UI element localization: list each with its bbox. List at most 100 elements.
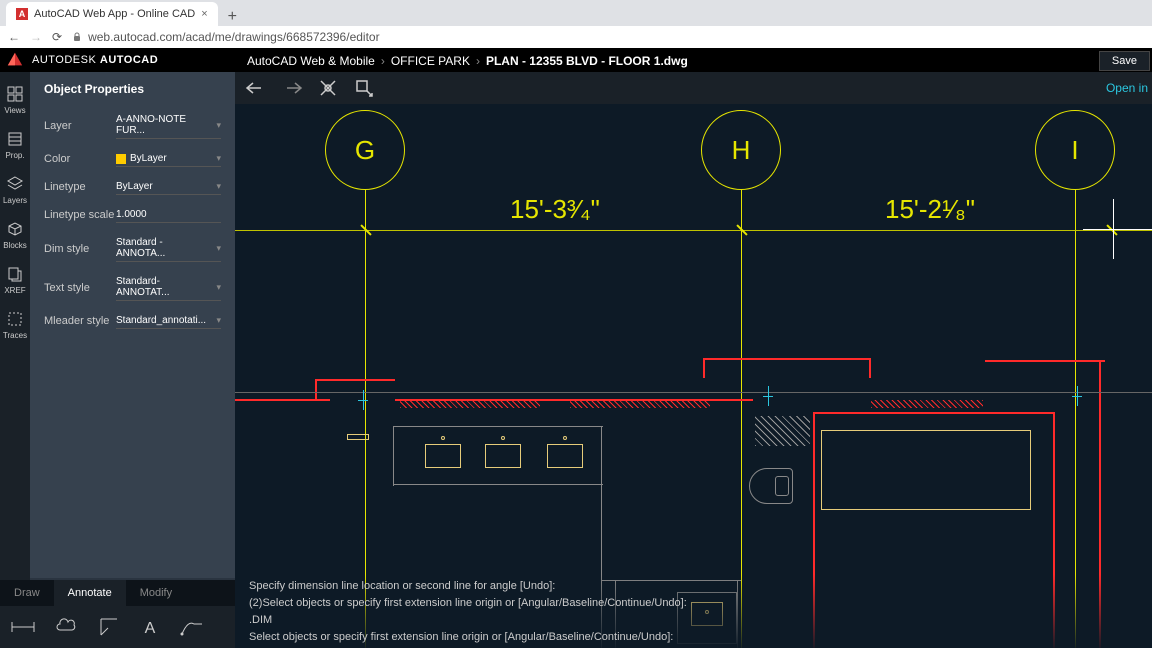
dim-line <box>235 230 1152 231</box>
rail-xref[interactable]: XREF <box>4 264 25 295</box>
traces-icon <box>5 309 25 329</box>
hatch <box>755 416 810 446</box>
wall <box>703 358 871 360</box>
open-in-link[interactable]: Open in <box>1106 81 1148 95</box>
mleader-dropdown[interactable]: Standard_annotati... ▾ <box>116 313 221 329</box>
aligned-dim-icon[interactable] <box>98 616 120 638</box>
cmd-history: (2)Select objects or specify first exten… <box>249 595 1138 612</box>
redo-icon[interactable] <box>281 77 303 99</box>
rail-label: Blocks <box>3 241 27 250</box>
crumb-file: PLAN - 12355 BLVD - FLOOR 1.dwg <box>486 54 688 68</box>
rail-blocks[interactable]: Blocks <box>3 219 27 250</box>
chevron-down-icon: ▾ <box>216 282 221 293</box>
prop-mleader: Mleader style Standard_annotati...▾ <box>30 307 235 335</box>
browser-chrome: A AutoCAD Web App - Online CAD × + ← → ⟳… <box>0 0 1152 48</box>
forward-icon[interactable]: → <box>30 30 42 44</box>
chevron-right-icon: › <box>476 54 480 68</box>
grid-label: G <box>355 135 375 166</box>
tab-modify[interactable]: Modify <box>126 580 186 606</box>
wall <box>315 379 395 381</box>
undo-icon[interactable] <box>245 77 267 99</box>
dim-gh: 15'-3³⁄₄" <box>510 194 600 225</box>
marker <box>1072 396 1082 397</box>
prop-value: Standard_annotati... <box>116 315 206 326</box>
rail-label: Traces <box>3 331 27 340</box>
layer-dropdown[interactable]: A-ANNO-NOTE FUR...▾ <box>116 112 221 139</box>
hatch <box>570 400 710 408</box>
prop-layer: Layer A-ANNO-NOTE FUR...▾ <box>30 106 235 145</box>
left-rail: Views Prop. Layers Blocks XREF Traces <box>0 72 30 648</box>
prop-value: ByLayer <box>130 153 167 164</box>
breadcrumb: AutoCAD Web & Mobile › OFFICE PARK › PLA… <box>235 48 1152 72</box>
wall <box>315 379 317 399</box>
cmd-prompt: Select objects or specify first extensio… <box>249 629 1138 646</box>
snap-icon[interactable] <box>317 77 339 99</box>
dimstyle-dropdown[interactable]: Standard - ANNOTA...▾ <box>116 235 221 262</box>
linetype-dropdown[interactable]: ByLayer▾ <box>116 179 221 195</box>
hatch <box>400 400 540 408</box>
leader-icon[interactable] <box>180 618 204 636</box>
prop-label: Text style <box>44 282 116 294</box>
wall <box>869 358 871 378</box>
properties-panel: Object Properties Layer A-ANNO-NOTE FUR.… <box>30 72 235 578</box>
blocks-icon <box>5 219 25 239</box>
chevron-down-icon: ▾ <box>216 315 221 326</box>
rail-label: XREF <box>4 286 25 295</box>
color-dropdown[interactable]: ByLayer ▾ <box>116 151 221 167</box>
prop-label: Layer <box>44 120 116 132</box>
browser-tab-bar: A AutoCAD Web App - Online CAD × + <box>0 0 1152 26</box>
wall <box>703 358 705 378</box>
tab-draw[interactable]: Draw <box>0 580 54 606</box>
wall <box>235 399 330 401</box>
fixture <box>347 434 369 440</box>
ltscale-field[interactable]: 1.0000 <box>116 207 221 223</box>
chevron-down-icon: ▾ <box>216 153 221 164</box>
crumb-root[interactable]: AutoCAD Web & Mobile <box>247 54 375 68</box>
save-button[interactable]: Save <box>1099 51 1150 71</box>
grid-label: H <box>732 135 751 166</box>
grid-label: I <box>1071 135 1078 166</box>
tank <box>775 476 789 496</box>
views-icon <box>5 84 25 104</box>
select-icon[interactable] <box>353 77 375 99</box>
xref-icon <box>5 264 25 284</box>
bottom-tools: A <box>0 606 235 648</box>
close-icon[interactable]: × <box>201 8 207 20</box>
back-icon[interactable]: ← <box>8 30 20 44</box>
bottom-tabs: Draw Annotate Modify <box>0 580 235 606</box>
prop-ltscale: Linetype scale 1.0000 <box>30 201 235 229</box>
crumb-folder[interactable]: OFFICE PARK <box>391 54 470 68</box>
url-input[interactable]: web.autocad.com/acad/me/drawings/6685723… <box>72 30 1144 44</box>
linear-dim-icon[interactable] <box>10 618 36 636</box>
cloud-icon[interactable] <box>56 618 78 636</box>
text-icon[interactable]: A <box>140 617 160 637</box>
dot <box>441 436 445 440</box>
reload-icon[interactable]: ⟳ <box>52 30 62 44</box>
textstyle-dropdown[interactable]: Standard-ANNOTAT... ▾ <box>116 274 221 301</box>
autocad-logo-icon <box>6 51 24 69</box>
tab-annotate[interactable]: Annotate <box>54 580 126 606</box>
autocad-favicon: A <box>16 8 28 20</box>
rail-layers[interactable]: Layers <box>3 174 27 205</box>
rail-prop[interactable]: Prop. <box>5 129 25 160</box>
command-line[interactable]: Specify dimension line location or secon… <box>235 574 1152 648</box>
wall <box>985 360 1105 362</box>
prop-dimstyle: Dim style Standard - ANNOTA...▾ <box>30 229 235 268</box>
brand-autocad: AUTOCAD <box>100 54 158 66</box>
chevron-down-icon: ▾ <box>216 243 221 254</box>
hatch <box>871 400 983 408</box>
prop-value: ByLayer <box>116 181 153 192</box>
rail-label: Layers <box>3 196 27 205</box>
browser-tab[interactable]: A AutoCAD Web App - Online CAD × <box>6 2 218 26</box>
brand-text: AUTODESK AUTOCAD <box>32 54 158 66</box>
prop-value: 1.0000 <box>116 209 147 220</box>
url-text: web.autocad.com/acad/me/drawings/6685723… <box>88 30 380 44</box>
panel-title: Object Properties <box>30 82 235 106</box>
new-tab-button[interactable]: + <box>218 8 247 26</box>
dot <box>563 436 567 440</box>
rail-traces[interactable]: Traces <box>3 309 27 340</box>
room <box>821 430 1031 510</box>
prop-value: Standard-ANNOTAT... <box>116 276 212 298</box>
rail-views[interactable]: Views <box>4 84 25 115</box>
drawing-canvas[interactable]: G H I 15'-3³⁄₄" 15'-2¹⁄₈" <box>235 104 1152 648</box>
